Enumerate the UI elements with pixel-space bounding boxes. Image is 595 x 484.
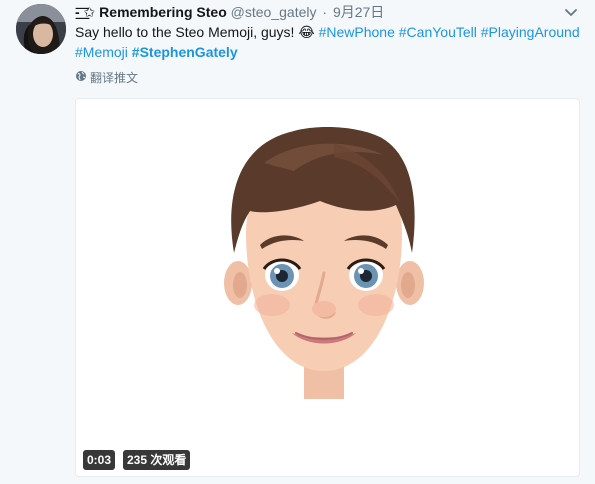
translate-tweet-link[interactable]: 翻译推文 [75,70,138,86]
hashtag-link[interactable]: #Memoji [75,44,128,60]
hashtag-link[interactable]: #CanYouTell [399,24,477,40]
hashtag-link[interactable]: #PlayingAround [481,24,580,40]
chevron-down-icon[interactable] [563,6,579,20]
timestamp[interactable]: 9月27日 [333,4,384,20]
hashtag-link[interactable]: #NewPhone [319,24,395,40]
hashtag-link[interactable]: #StephenGately [132,44,238,60]
tweet-text: Say hello to the Steo Memoji, guys! 😂 #N… [75,22,585,62]
separator-dot: · [322,4,328,20]
tweet-text-body: Say hello to the Steo Memoji, guys! [75,24,299,40]
display-name[interactable]: -͟͟͞͞ ✩ Remembering Steo [75,4,227,20]
tears-of-joy-emoji: 😂 [298,24,315,40]
tweet-header: -͟͟͞͞ ✩ Remembering Steo @steo_gately · … [75,3,575,23]
memoji-image [224,127,424,399]
video-duration-badge: 0:03 [83,450,116,470]
user-handle[interactable]: @steo_gately [231,4,317,20]
video-player[interactable]: 0:03 235 次观看 [75,98,580,477]
globe-icon [75,70,87,86]
avatar[interactable] [16,4,66,54]
tweet[interactable]: -͟͟͞͞ ✩ Remembering Steo @steo_gately · … [0,0,595,484]
view-count-badge: 235 次观看 [123,450,191,470]
translate-label: 翻译推文 [90,71,139,85]
